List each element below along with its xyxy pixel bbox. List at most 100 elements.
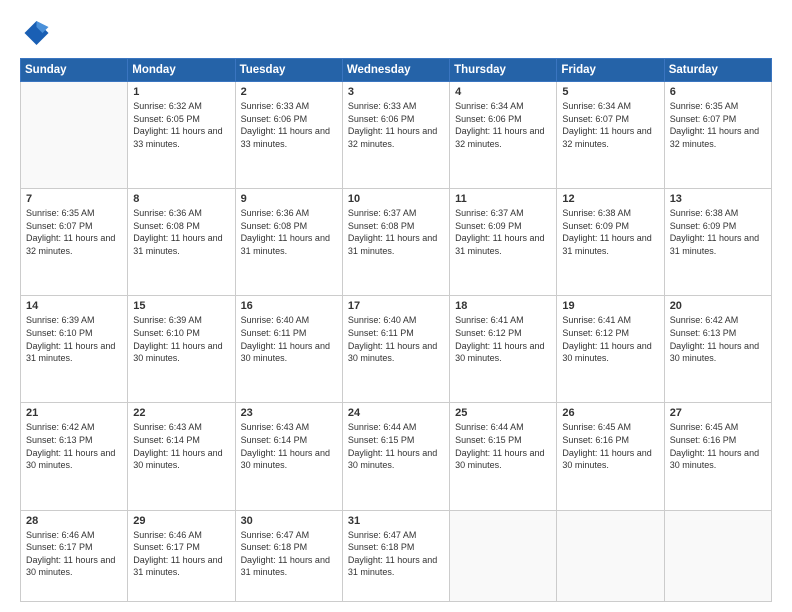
- calendar-cell: 24 Sunrise: 6:44 AMSunset: 6:15 PMDayligh…: [342, 403, 449, 510]
- cell-info: Sunrise: 6:34 AMSunset: 6:07 PMDaylight:…: [562, 100, 658, 150]
- calendar-cell: 22Sunrise: 6:43 AMSunset: 6:14 PMDayligh…: [128, 403, 235, 510]
- calendar-cell: 11 Sunrise: 6:37 AMSunset: 6:09 PMDayligh…: [450, 189, 557, 296]
- calendar-cell: 3 Sunrise: 6:33 AMSunset: 6:06 PMDaylight…: [342, 82, 449, 189]
- calendar-cell: [21, 82, 128, 189]
- day-number: 18: [455, 300, 551, 312]
- day-number: 23: [241, 407, 337, 419]
- cell-info: Sunrise: 6:38 AMSunset: 6:09 PMDaylight:…: [562, 207, 658, 257]
- cell-info: Sunrise: 6:47 AMSunset: 6:18 PMDaylight:…: [348, 529, 444, 579]
- calendar-cell: 12 Sunrise: 6:38 AMSunset: 6:09 PMDayligh…: [557, 189, 664, 296]
- cell-info: Sunrise: 6:44 AMSunset: 6:15 PMDaylight:…: [348, 421, 444, 471]
- cell-info: Sunrise: 6:32 AMSunset: 6:05 PMDaylight:…: [133, 100, 229, 150]
- calendar-day-header: Tuesday: [235, 59, 342, 82]
- day-number: 4: [455, 86, 551, 98]
- day-number: 7: [26, 193, 122, 205]
- day-number: 13: [670, 193, 766, 205]
- calendar-cell: 8Sunrise: 6:36 AMSunset: 6:08 PMDaylight…: [128, 189, 235, 296]
- calendar-day-header: Monday: [128, 59, 235, 82]
- calendar-cell: 16 Sunrise: 6:40 AMSunset: 6:11 PMDayligh…: [235, 296, 342, 403]
- cell-info: Sunrise: 6:34 AMSunset: 6:06 PMDaylight:…: [455, 100, 551, 150]
- day-number: 3: [348, 86, 444, 98]
- calendar-week-row: 1 Sunrise: 6:32 AMSunset: 6:05 PMDaylight…: [21, 82, 772, 189]
- calendar-cell: 9 Sunrise: 6:36 AMSunset: 6:08 PMDaylight…: [235, 189, 342, 296]
- day-number: 20: [670, 300, 766, 312]
- cell-info: Sunrise: 6:35 AMSunset: 6:07 PMDaylight:…: [670, 100, 766, 150]
- cell-info: Sunrise: 6:46 AMSunset: 6:17 PMDaylight:…: [133, 529, 229, 579]
- cell-info: Sunrise: 6:44 AMSunset: 6:15 PMDaylight:…: [455, 421, 551, 471]
- cell-info: Sunrise: 6:45 AMSunset: 6:16 PMDaylight:…: [670, 421, 766, 471]
- cell-info: Sunrise: 6:33 AMSunset: 6:06 PMDaylight:…: [241, 100, 337, 150]
- calendar-cell: 6 Sunrise: 6:35 AMSunset: 6:07 PMDaylight…: [664, 82, 771, 189]
- calendar-cell: 17 Sunrise: 6:40 AMSunset: 6:11 PMDayligh…: [342, 296, 449, 403]
- calendar-cell: 29 Sunrise: 6:46 AMSunset: 6:17 PMDayligh…: [128, 510, 235, 601]
- calendar-day-header: Thursday: [450, 59, 557, 82]
- day-number: 27: [670, 407, 766, 419]
- calendar-cell: 31 Sunrise: 6:47 AMSunset: 6:18 PMDayligh…: [342, 510, 449, 601]
- logo: [20, 18, 54, 48]
- day-number: 10: [348, 193, 444, 205]
- header: [20, 18, 772, 48]
- cell-info: Sunrise: 6:45 AMSunset: 6:16 PMDaylight:…: [562, 421, 658, 471]
- calendar-cell: 21 Sunrise: 6:42 AMSunset: 6:13 PMDayligh…: [21, 403, 128, 510]
- cell-info: Sunrise: 6:37 AMSunset: 6:09 PMDaylight:…: [455, 207, 551, 257]
- calendar-cell: 19Sunrise: 6:41 AMSunset: 6:12 PMDayligh…: [557, 296, 664, 403]
- cell-info: Sunrise: 6:35 AMSunset: 6:07 PMDaylight:…: [26, 207, 122, 257]
- cell-info: Sunrise: 6:36 AMSunset: 6:08 PMDaylight:…: [241, 207, 337, 257]
- calendar-cell: 5Sunrise: 6:34 AMSunset: 6:07 PMDaylight…: [557, 82, 664, 189]
- calendar-cell: 2 Sunrise: 6:33 AMSunset: 6:06 PMDaylight…: [235, 82, 342, 189]
- calendar-cell: 25 Sunrise: 6:44 AMSunset: 6:15 PMDayligh…: [450, 403, 557, 510]
- calendar-day-header: Saturday: [664, 59, 771, 82]
- day-number: 11: [455, 193, 551, 205]
- calendar-cell: [450, 510, 557, 601]
- day-number: 31: [348, 515, 444, 527]
- day-number: 9: [241, 193, 337, 205]
- day-number: 21: [26, 407, 122, 419]
- day-number: 24: [348, 407, 444, 419]
- cell-info: Sunrise: 6:38 AMSunset: 6:09 PMDaylight:…: [670, 207, 766, 257]
- day-number: 6: [670, 86, 766, 98]
- calendar-cell: 15Sunrise: 6:39 AMSunset: 6:10 PMDayligh…: [128, 296, 235, 403]
- cell-info: Sunrise: 6:43 AMSunset: 6:14 PMDaylight:…: [241, 421, 337, 471]
- calendar-cell: 1 Sunrise: 6:32 AMSunset: 6:05 PMDaylight…: [128, 82, 235, 189]
- calendar-cell: 14Sunrise: 6:39 AMSunset: 6:10 PMDayligh…: [21, 296, 128, 403]
- calendar-day-header: Wednesday: [342, 59, 449, 82]
- cell-info: Sunrise: 6:40 AMSunset: 6:11 PMDaylight:…: [241, 314, 337, 364]
- calendar-cell: 4 Sunrise: 6:34 AMSunset: 6:06 PMDaylight…: [450, 82, 557, 189]
- cell-info: Sunrise: 6:46 AMSunset: 6:17 PMDaylight:…: [26, 529, 122, 579]
- day-number: 2: [241, 86, 337, 98]
- cell-info: Sunrise: 6:47 AMSunset: 6:18 PMDaylight:…: [241, 529, 337, 579]
- calendar-day-header: Friday: [557, 59, 664, 82]
- page: SundayMondayTuesdayWednesdayThursdayFrid…: [0, 0, 792, 612]
- cell-info: Sunrise: 6:41 AMSunset: 6:12 PMDaylight:…: [455, 314, 551, 364]
- calendar-week-row: 7 Sunrise: 6:35 AMSunset: 6:07 PMDaylight…: [21, 189, 772, 296]
- calendar-cell: 7 Sunrise: 6:35 AMSunset: 6:07 PMDaylight…: [21, 189, 128, 296]
- day-number: 25: [455, 407, 551, 419]
- calendar-cell: 27 Sunrise: 6:45 AMSunset: 6:16 PMDayligh…: [664, 403, 771, 510]
- calendar-week-row: 21 Sunrise: 6:42 AMSunset: 6:13 PMDayligh…: [21, 403, 772, 510]
- day-number: 16: [241, 300, 337, 312]
- calendar-day-header: Sunday: [21, 59, 128, 82]
- day-number: 29: [133, 515, 229, 527]
- day-number: 22: [133, 407, 229, 419]
- calendar-table: SundayMondayTuesdayWednesdayThursdayFrid…: [20, 58, 772, 602]
- calendar-week-row: 28Sunrise: 6:46 AMSunset: 6:17 PMDayligh…: [21, 510, 772, 601]
- cell-info: Sunrise: 6:42 AMSunset: 6:13 PMDaylight:…: [26, 421, 122, 471]
- day-number: 26: [562, 407, 658, 419]
- calendar-cell: [664, 510, 771, 601]
- calendar-cell: 18 Sunrise: 6:41 AMSunset: 6:12 PMDayligh…: [450, 296, 557, 403]
- cell-info: Sunrise: 6:40 AMSunset: 6:11 PMDaylight:…: [348, 314, 444, 364]
- calendar-header-row: SundayMondayTuesdayWednesdayThursdayFrid…: [21, 59, 772, 82]
- day-number: 1: [133, 86, 229, 98]
- calendar-cell: 30Sunrise: 6:47 AMSunset: 6:18 PMDayligh…: [235, 510, 342, 601]
- calendar-week-row: 14Sunrise: 6:39 AMSunset: 6:10 PMDayligh…: [21, 296, 772, 403]
- cell-info: Sunrise: 6:37 AMSunset: 6:08 PMDaylight:…: [348, 207, 444, 257]
- calendar-cell: 28Sunrise: 6:46 AMSunset: 6:17 PMDayligh…: [21, 510, 128, 601]
- calendar-cell: 13 Sunrise: 6:38 AMSunset: 6:09 PMDayligh…: [664, 189, 771, 296]
- cell-info: Sunrise: 6:39 AMSunset: 6:10 PMDaylight:…: [26, 314, 122, 364]
- cell-info: Sunrise: 6:42 AMSunset: 6:13 PMDaylight:…: [670, 314, 766, 364]
- cell-info: Sunrise: 6:33 AMSunset: 6:06 PMDaylight:…: [348, 100, 444, 150]
- day-number: 17: [348, 300, 444, 312]
- day-number: 8: [133, 193, 229, 205]
- day-number: 12: [562, 193, 658, 205]
- calendar-cell: 26 Sunrise: 6:45 AMSunset: 6:16 PMDayligh…: [557, 403, 664, 510]
